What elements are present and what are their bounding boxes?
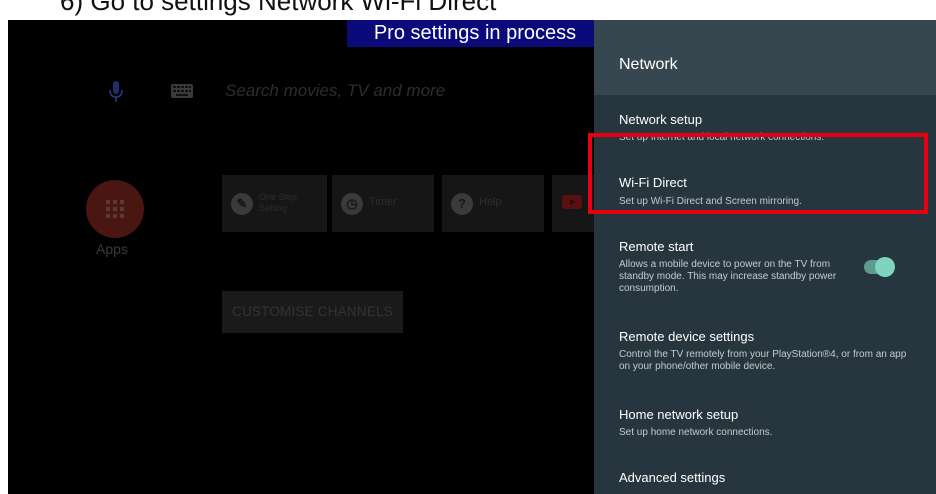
tile-label: One Step Setting — [259, 192, 298, 213]
tile-label: Help — [479, 196, 502, 208]
item-title: Network setup — [619, 112, 703, 127]
item-desc: Control the TV remotely from your PlaySt… — [619, 349, 907, 372]
apps-label: Apps — [96, 241, 128, 257]
tv-screen: Search movies, TV and more Apps ✎ One St… — [8, 20, 936, 494]
item-title: Remote start — [619, 239, 694, 254]
toggle-knob — [875, 257, 895, 277]
apps-grid-icon — [106, 200, 124, 218]
tile-help[interactable]: ? Help — [442, 175, 544, 232]
document-caption: 6) Go to settings Network Wi-Fi Direct — [0, 0, 936, 20]
wrench-icon: ✎ — [231, 193, 253, 215]
tile-timer[interactable]: ◷ Timer — [332, 175, 434, 232]
youtube-icon — [562, 195, 582, 209]
item-title: Remote device settings — [619, 329, 755, 344]
menu-item-advanced-settings[interactable]: Advanced settings — [594, 453, 936, 494]
keyboard-icon[interactable] — [171, 84, 193, 98]
network-settings-panel: Network Network setup Set up Internet an… — [594, 20, 936, 494]
question-icon: ? — [451, 193, 473, 215]
menu-item-home-network-setup[interactable]: Home network setup Set up home network c… — [594, 393, 936, 453]
item-title: Advanced settings — [619, 470, 726, 485]
mic-icon[interactable] — [108, 80, 124, 104]
item-desc: Allows a mobile device to power on the T… — [619, 259, 837, 294]
clock-icon: ◷ — [341, 193, 363, 215]
panel-title: Network — [619, 56, 678, 73]
search-input[interactable]: Search movies, TV and more — [225, 81, 445, 101]
customise-channels-button[interactable]: CUSTOMISE CHANNELS — [222, 291, 403, 333]
panel-header: Network — [594, 20, 936, 95]
item-title: Home network setup — [619, 407, 739, 422]
tile-label: Timer — [369, 196, 397, 208]
pro-settings-banner: Pro settings in process — [347, 20, 603, 47]
menu-item-remote-device-settings[interactable]: Remote device settings Control the TV re… — [594, 315, 936, 393]
tile-one-step-setting[interactable]: ✎ One Step Setting — [222, 175, 327, 232]
wifi-direct-highlight-box — [588, 133, 928, 214]
item-desc: Set up home network connections. — [619, 427, 773, 438]
caption-text: 6) Go to settings Network Wi-Fi Direct — [60, 0, 497, 16]
